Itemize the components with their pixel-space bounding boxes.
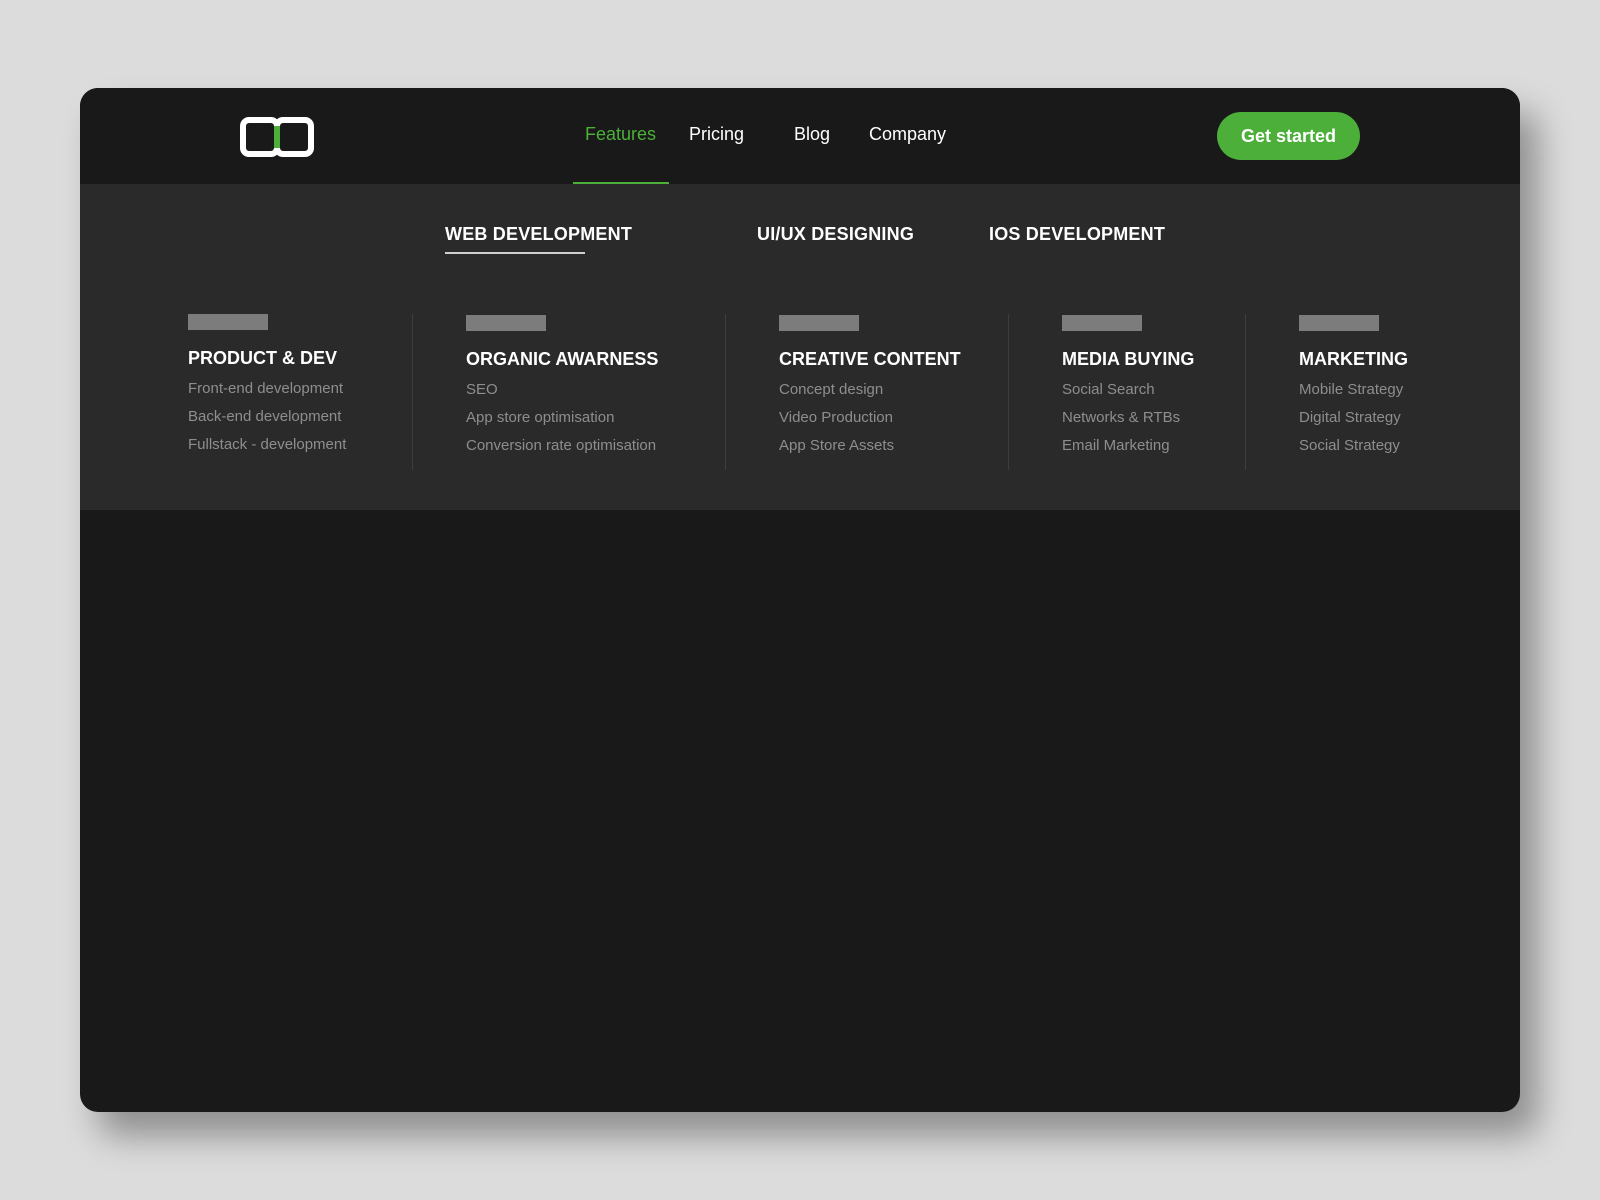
column-divider: [725, 314, 726, 470]
page-content-area: [80, 510, 1520, 1112]
column-divider: [1245, 314, 1246, 470]
image-placeholder: [1062, 315, 1142, 331]
active-tab-indicator: [445, 252, 585, 254]
menu-link[interactable]: Social Strategy: [1299, 437, 1408, 454]
nav-pricing[interactable]: Pricing: [689, 124, 744, 145]
column-divider: [1008, 314, 1009, 470]
column-title: ORGANIC AWARNESS: [466, 349, 659, 369]
menu-column-marketing: MARKETING Mobile Strategy Digital Strate…: [1299, 315, 1408, 454]
menu-link[interactable]: Video Production: [779, 409, 961, 426]
menu-link[interactable]: Networks & RTBs: [1062, 409, 1194, 426]
column-title: MARKETING: [1299, 349, 1408, 369]
menu-link[interactable]: Email Marketing: [1062, 437, 1194, 454]
menu-column-organic-awareness: ORGANIC AWARNESS SEO App store optimisat…: [466, 315, 658, 454]
menu-link[interactable]: Conversion rate optimisation: [466, 437, 658, 454]
nav-features[interactable]: Features: [585, 124, 656, 145]
column-title: MEDIA BUYING: [1062, 349, 1195, 369]
menu-link[interactable]: App Store Assets: [779, 437, 961, 454]
nav-blog[interactable]: Blog: [794, 124, 830, 145]
menu-column-media-buying: MEDIA BUYING Social Search Networks & RT…: [1062, 315, 1194, 454]
menu-column-product-dev: PRODUCT & DEV Front-end development Back…: [188, 314, 346, 453]
top-nav: Features Pricing Blog Company Get starte…: [80, 88, 1520, 184]
menu-link[interactable]: Mobile Strategy: [1299, 381, 1408, 398]
image-placeholder: [188, 314, 268, 330]
get-started-button[interactable]: Get started: [1217, 112, 1360, 160]
nav-company[interactable]: Company: [869, 124, 946, 145]
menu-link[interactable]: Social Search: [1062, 381, 1194, 398]
menu-link[interactable]: Concept design: [779, 381, 961, 398]
menu-link[interactable]: Front-end development: [188, 380, 346, 397]
column-divider: [412, 314, 413, 470]
image-placeholder: [466, 315, 546, 331]
menu-link[interactable]: Back-end development: [188, 408, 346, 425]
features-mega-menu: WEB DEVELOPMENT UI/UX DESIGNING IOS DEVE…: [80, 184, 1520, 510]
menu-link[interactable]: App store optimisation: [466, 409, 658, 426]
browser-window: Features Pricing Blog Company Get starte…: [80, 88, 1520, 1112]
tab-ios-development[interactable]: IOS DEVELOPMENT: [989, 224, 1165, 245]
menu-link[interactable]: Fullstack - development: [188, 436, 346, 453]
column-title: PRODUCT & DEV: [188, 348, 338, 368]
column-title: CREATIVE CONTENT: [779, 349, 961, 369]
menu-column-creative-content: CREATIVE CONTENT Concept design Video Pr…: [779, 315, 961, 454]
brand-logo-icon[interactable]: [240, 117, 314, 157]
tab-ui-ux-designing[interactable]: UI/UX DESIGNING: [757, 224, 914, 245]
menu-link[interactable]: SEO: [466, 381, 658, 398]
tab-web-development[interactable]: WEB DEVELOPMENT: [445, 224, 632, 245]
menu-link[interactable]: Digital Strategy: [1299, 409, 1408, 426]
image-placeholder: [779, 315, 859, 331]
image-placeholder: [1299, 315, 1379, 331]
